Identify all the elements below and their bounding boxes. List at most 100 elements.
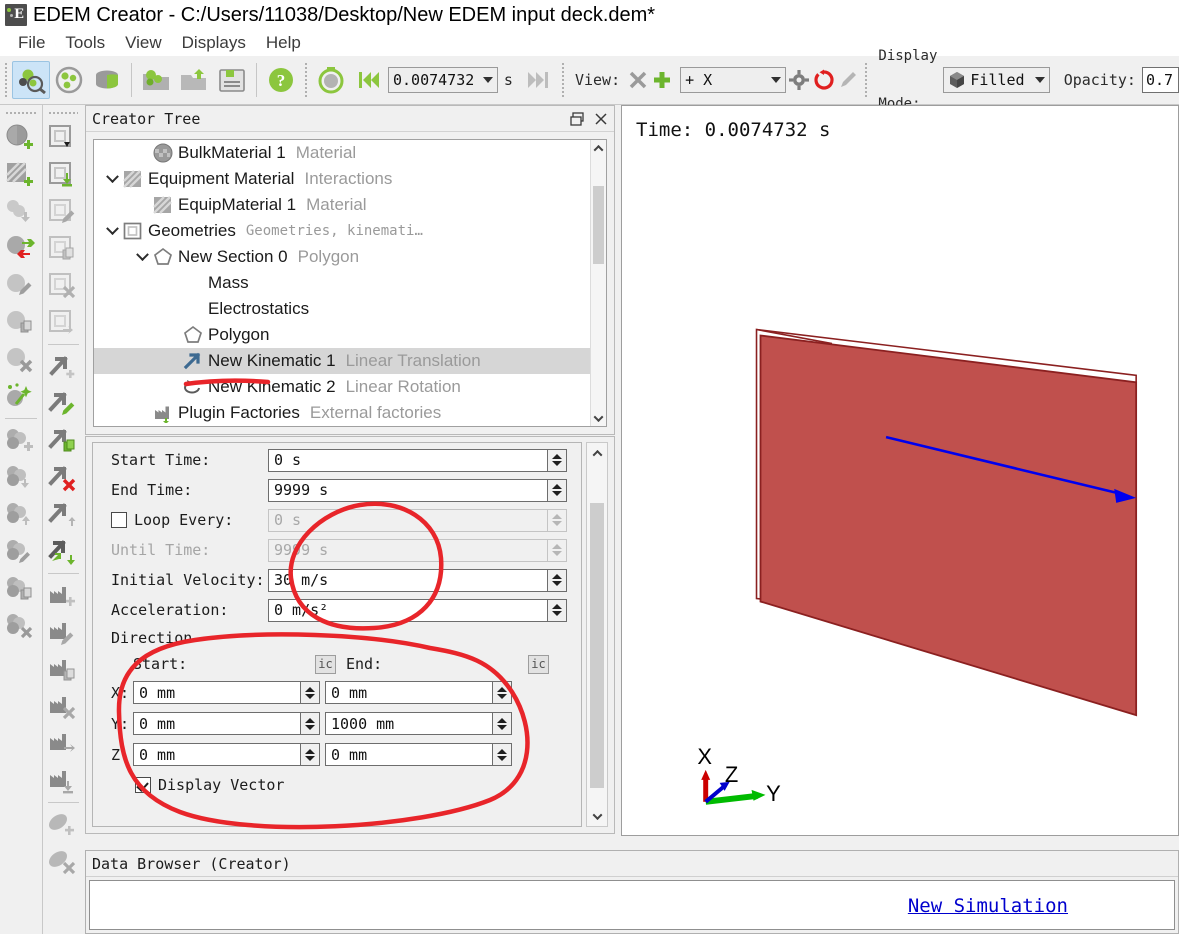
- direction-end-y-input[interactable]: 1000 mm: [325, 712, 493, 735]
- delete-material-icon[interactable]: [0, 341, 40, 378]
- menu-tools[interactable]: Tools: [55, 33, 115, 53]
- new-deck-icon[interactable]: [137, 61, 175, 99]
- acceleration-stepper[interactable]: [548, 598, 567, 622]
- menu-displays[interactable]: Displays: [172, 33, 256, 53]
- menu-view[interactable]: View: [115, 33, 172, 53]
- skip-to-end-icon[interactable]: [519, 61, 557, 99]
- edit-factory-icon[interactable]: [43, 614, 83, 651]
- close-icon[interactable]: [594, 112, 608, 126]
- open-deck-icon[interactable]: [175, 61, 213, 99]
- tree-scroll-down-arrow[interactable]: [591, 410, 606, 426]
- direction-start-z-stepper[interactable]: [301, 743, 320, 766]
- tree-row[interactable]: EquipMaterial 1 Material: [94, 192, 590, 218]
- direction-end-y-stepper[interactable]: [493, 712, 512, 735]
- toolbar-grip-3[interactable]: [559, 63, 566, 97]
- view-direction-combo[interactable]: + X: [680, 67, 787, 93]
- gear-icon[interactable]: [786, 61, 812, 99]
- move-kinematic-down-icon[interactable]: [43, 533, 83, 570]
- add-interaction-icon[interactable]: [0, 422, 40, 459]
- direction-start-x-stepper[interactable]: [301, 681, 320, 704]
- copy-interaction-icon[interactable]: [0, 570, 40, 607]
- direction-start-z-input[interactable]: 0 mm: [133, 743, 301, 766]
- material-wizard-icon[interactable]: [0, 378, 40, 415]
- edit-material-icon[interactable]: [0, 267, 40, 304]
- import-factory-icon[interactable]: [43, 762, 83, 799]
- material-transfer-icon[interactable]: [0, 230, 40, 267]
- direction-end-x-input[interactable]: 0 mm: [325, 681, 493, 704]
- rail-grip-2[interactable]: [49, 109, 78, 117]
- pencil-icon[interactable]: [836, 61, 860, 99]
- properties-scroll-up-arrow[interactable]: [587, 443, 607, 463]
- tree-scroll-up-arrow[interactable]: [591, 140, 606, 156]
- direction-start-y-stepper[interactable]: [301, 712, 320, 735]
- toolbar-grip-4[interactable]: [863, 63, 870, 97]
- chevron-down-icon[interactable]: [132, 247, 152, 262]
- chevron-down-icon[interactable]: [102, 221, 122, 236]
- add-factory-icon[interactable]: [43, 577, 83, 614]
- direction-end-z-stepper[interactable]: [493, 743, 512, 766]
- delete-factory-icon[interactable]: [43, 688, 83, 725]
- save-deck-icon[interactable]: [213, 61, 251, 99]
- import-geometry-icon[interactable]: [43, 156, 83, 193]
- move-kinematic-up-icon[interactable]: [43, 496, 83, 533]
- tree-scrollbar[interactable]: [590, 140, 606, 426]
- end-time-stepper[interactable]: [548, 478, 567, 502]
- properties-scroll-down-arrow[interactable]: [587, 806, 607, 826]
- display-vector-checkbox[interactable]: [135, 777, 151, 793]
- import-material-icon[interactable]: [0, 193, 40, 230]
- export-geometry-icon[interactable]: [43, 304, 83, 341]
- edit-interaction-icon[interactable]: [0, 533, 40, 570]
- start-ic-button[interactable]: ic: [315, 654, 336, 674]
- add-view-icon[interactable]: [650, 61, 674, 99]
- menu-file[interactable]: File: [8, 33, 55, 53]
- loop-every-checkbox[interactable]: [111, 512, 127, 528]
- end-time-input[interactable]: 9999 s: [268, 478, 548, 502]
- rail-grip-1[interactable]: [6, 109, 36, 117]
- direction-start-x-input[interactable]: 0 mm: [133, 681, 301, 704]
- end-ic-button[interactable]: ic: [528, 654, 549, 674]
- delete-particle-icon[interactable]: [43, 843, 83, 880]
- delete-view-icon[interactable]: [626, 61, 650, 99]
- toolbar-grip[interactable]: [3, 63, 9, 97]
- time-value-combo[interactable]: 0.0074732: [388, 67, 498, 93]
- float-dock-icon[interactable]: [570, 111, 584, 126]
- import-interaction-icon[interactable]: [0, 459, 40, 496]
- direction-start-y-input[interactable]: 0 mm: [133, 712, 301, 735]
- properties-scroll-thumb[interactable]: [590, 503, 604, 788]
- tree-row[interactable]: New Kinematic 1 Linear Translation: [94, 348, 590, 374]
- tree-row[interactable]: Electrostatics: [94, 296, 590, 322]
- add-geometry-icon[interactable]: [43, 119, 83, 156]
- edit-kinematic-icon[interactable]: [43, 385, 83, 422]
- help-icon[interactable]: ?: [262, 61, 300, 99]
- chevron-down-icon[interactable]: [102, 169, 122, 184]
- delete-kinematic-icon[interactable]: [43, 459, 83, 496]
- skip-to-start-icon[interactable]: [350, 61, 388, 99]
- tree-row[interactable]: Geometries Geometries, kinemati…: [94, 218, 590, 244]
- tree-row[interactable]: New Section 0 Polygon: [94, 244, 590, 270]
- tree-row[interactable]: New Kinematic 2 Linear Rotation: [94, 374, 590, 400]
- copy-material-icon[interactable]: [0, 304, 40, 341]
- initial-velocity-input[interactable]: 30 m/s: [268, 568, 548, 592]
- acceleration-input[interactable]: 0 m/s²: [268, 598, 548, 622]
- add-particle-icon[interactable]: [43, 806, 83, 843]
- delete-interaction-icon[interactable]: [0, 607, 40, 644]
- direction-end-z-input[interactable]: 0 mm: [325, 743, 493, 766]
- tree-row[interactable]: Polygon: [94, 322, 590, 348]
- add-bulk-material-icon[interactable]: [0, 119, 40, 156]
- analyst-mode-icon[interactable]: [88, 61, 126, 99]
- copy-geometry-icon[interactable]: [43, 230, 83, 267]
- start-time-input[interactable]: 0 s: [268, 448, 548, 472]
- copy-kinematic-icon[interactable]: [43, 422, 83, 459]
- copy-factory-icon[interactable]: [43, 651, 83, 688]
- rotate-icon[interactable]: [812, 61, 836, 99]
- export-interaction-icon[interactable]: [0, 496, 40, 533]
- tree-row[interactable]: Plugin Factories External factories: [94, 400, 590, 426]
- edit-geometry-icon[interactable]: [43, 193, 83, 230]
- initial-velocity-stepper[interactable]: [548, 568, 567, 592]
- add-equipment-material-icon[interactable]: [0, 156, 40, 193]
- tree-scroll-thumb[interactable]: [593, 186, 604, 264]
- direction-end-x-stepper[interactable]: [493, 681, 512, 704]
- transfer-factory-icon[interactable]: [43, 725, 83, 762]
- display-mode-combo[interactable]: Filled: [943, 67, 1050, 93]
- start-time-stepper[interactable]: [548, 448, 567, 472]
